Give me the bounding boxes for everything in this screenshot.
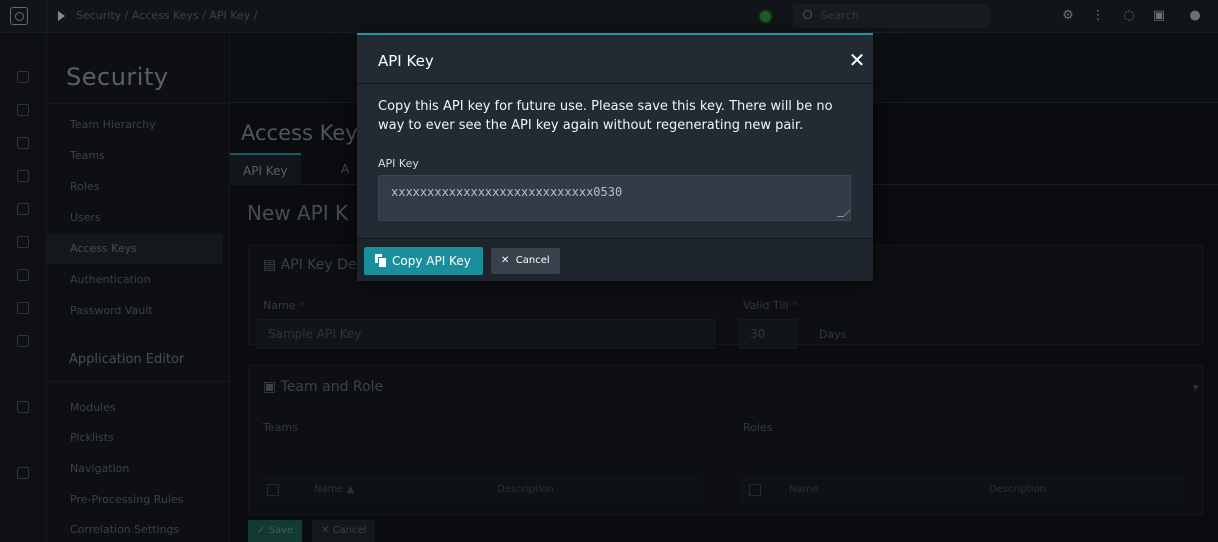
resize-handle-icon[interactable]: [836, 210, 851, 217]
modal-header: API Key ✕: [357, 35, 873, 84]
modal-footer: Copy API Key ✕ Cancel: [357, 238, 873, 281]
copy-button-label: Copy API Key: [392, 254, 471, 268]
copy-icon: [375, 254, 386, 267]
modal-message: Copy this API key for future use. Please…: [378, 99, 833, 133]
close-icon[interactable]: ✕: [847, 49, 867, 71]
cancel-button-label: Cancel: [515, 255, 550, 266]
modal-cancel-button[interactable]: ✕ Cancel: [491, 248, 560, 274]
modal-title: API Key: [378, 52, 434, 70]
api-key-textarea[interactable]: xxxxxxxxxxxxxxxxxxxxxxxxxxxx0530: [378, 175, 851, 221]
api-key-field-label: API Key: [378, 157, 419, 170]
api-key-value[interactable]: xxxxxxxxxxxxxxxxxxxxxxxxxxxx0530: [391, 185, 622, 199]
api-key-modal: API Key ✕ Copy this API key for future u…: [357, 33, 873, 281]
copy-api-key-button[interactable]: Copy API Key: [364, 247, 483, 275]
